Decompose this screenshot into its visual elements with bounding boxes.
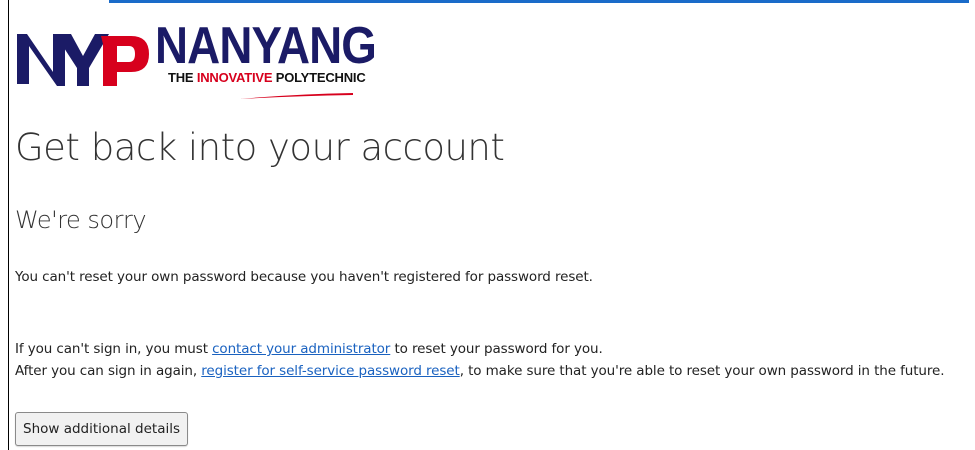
page-subtitle: We're sorry (15, 206, 147, 234)
brand-wordmark: NANYANG THE INNOVATIVE POLYTECHNIC (155, 20, 406, 85)
admin-message-post: to reset your password for you. (390, 341, 603, 357)
page-title: Get back into your account (15, 126, 505, 169)
register-message-post: , to make sure that you're able to reset… (459, 363, 945, 379)
contact-administrator-link[interactable]: contact your administrator (212, 341, 390, 357)
nyp-logo: NANYANG THE INNOVATIVE POLYTECHNIC (15, 14, 970, 106)
nyp-monogram-icon (17, 34, 149, 86)
show-additional-details-button[interactable]: Show additional details (15, 412, 189, 446)
error-message: You can't reset your own password becaus… (15, 269, 593, 285)
register-message-pre: After you can sign in again, (15, 363, 202, 379)
tagline-swoosh-icon (240, 93, 353, 99)
top-accent-bar (109, 0, 969, 3)
main-content: NANYANG THE INNOVATIVE POLYTECHNIC Get b… (15, 14, 970, 446)
top-rule (8, 0, 975, 6)
admin-contact-message: If you can't sign in, you must contact y… (15, 341, 603, 357)
admin-message-pre: If you can't sign in, you must (15, 341, 213, 357)
window-left-border (8, 0, 9, 450)
register-message: After you can sign in again, register fo… (15, 363, 945, 379)
register-sspr-link[interactable]: register for self-service password reset (201, 363, 460, 379)
brand-name: NANYANG (155, 17, 377, 75)
